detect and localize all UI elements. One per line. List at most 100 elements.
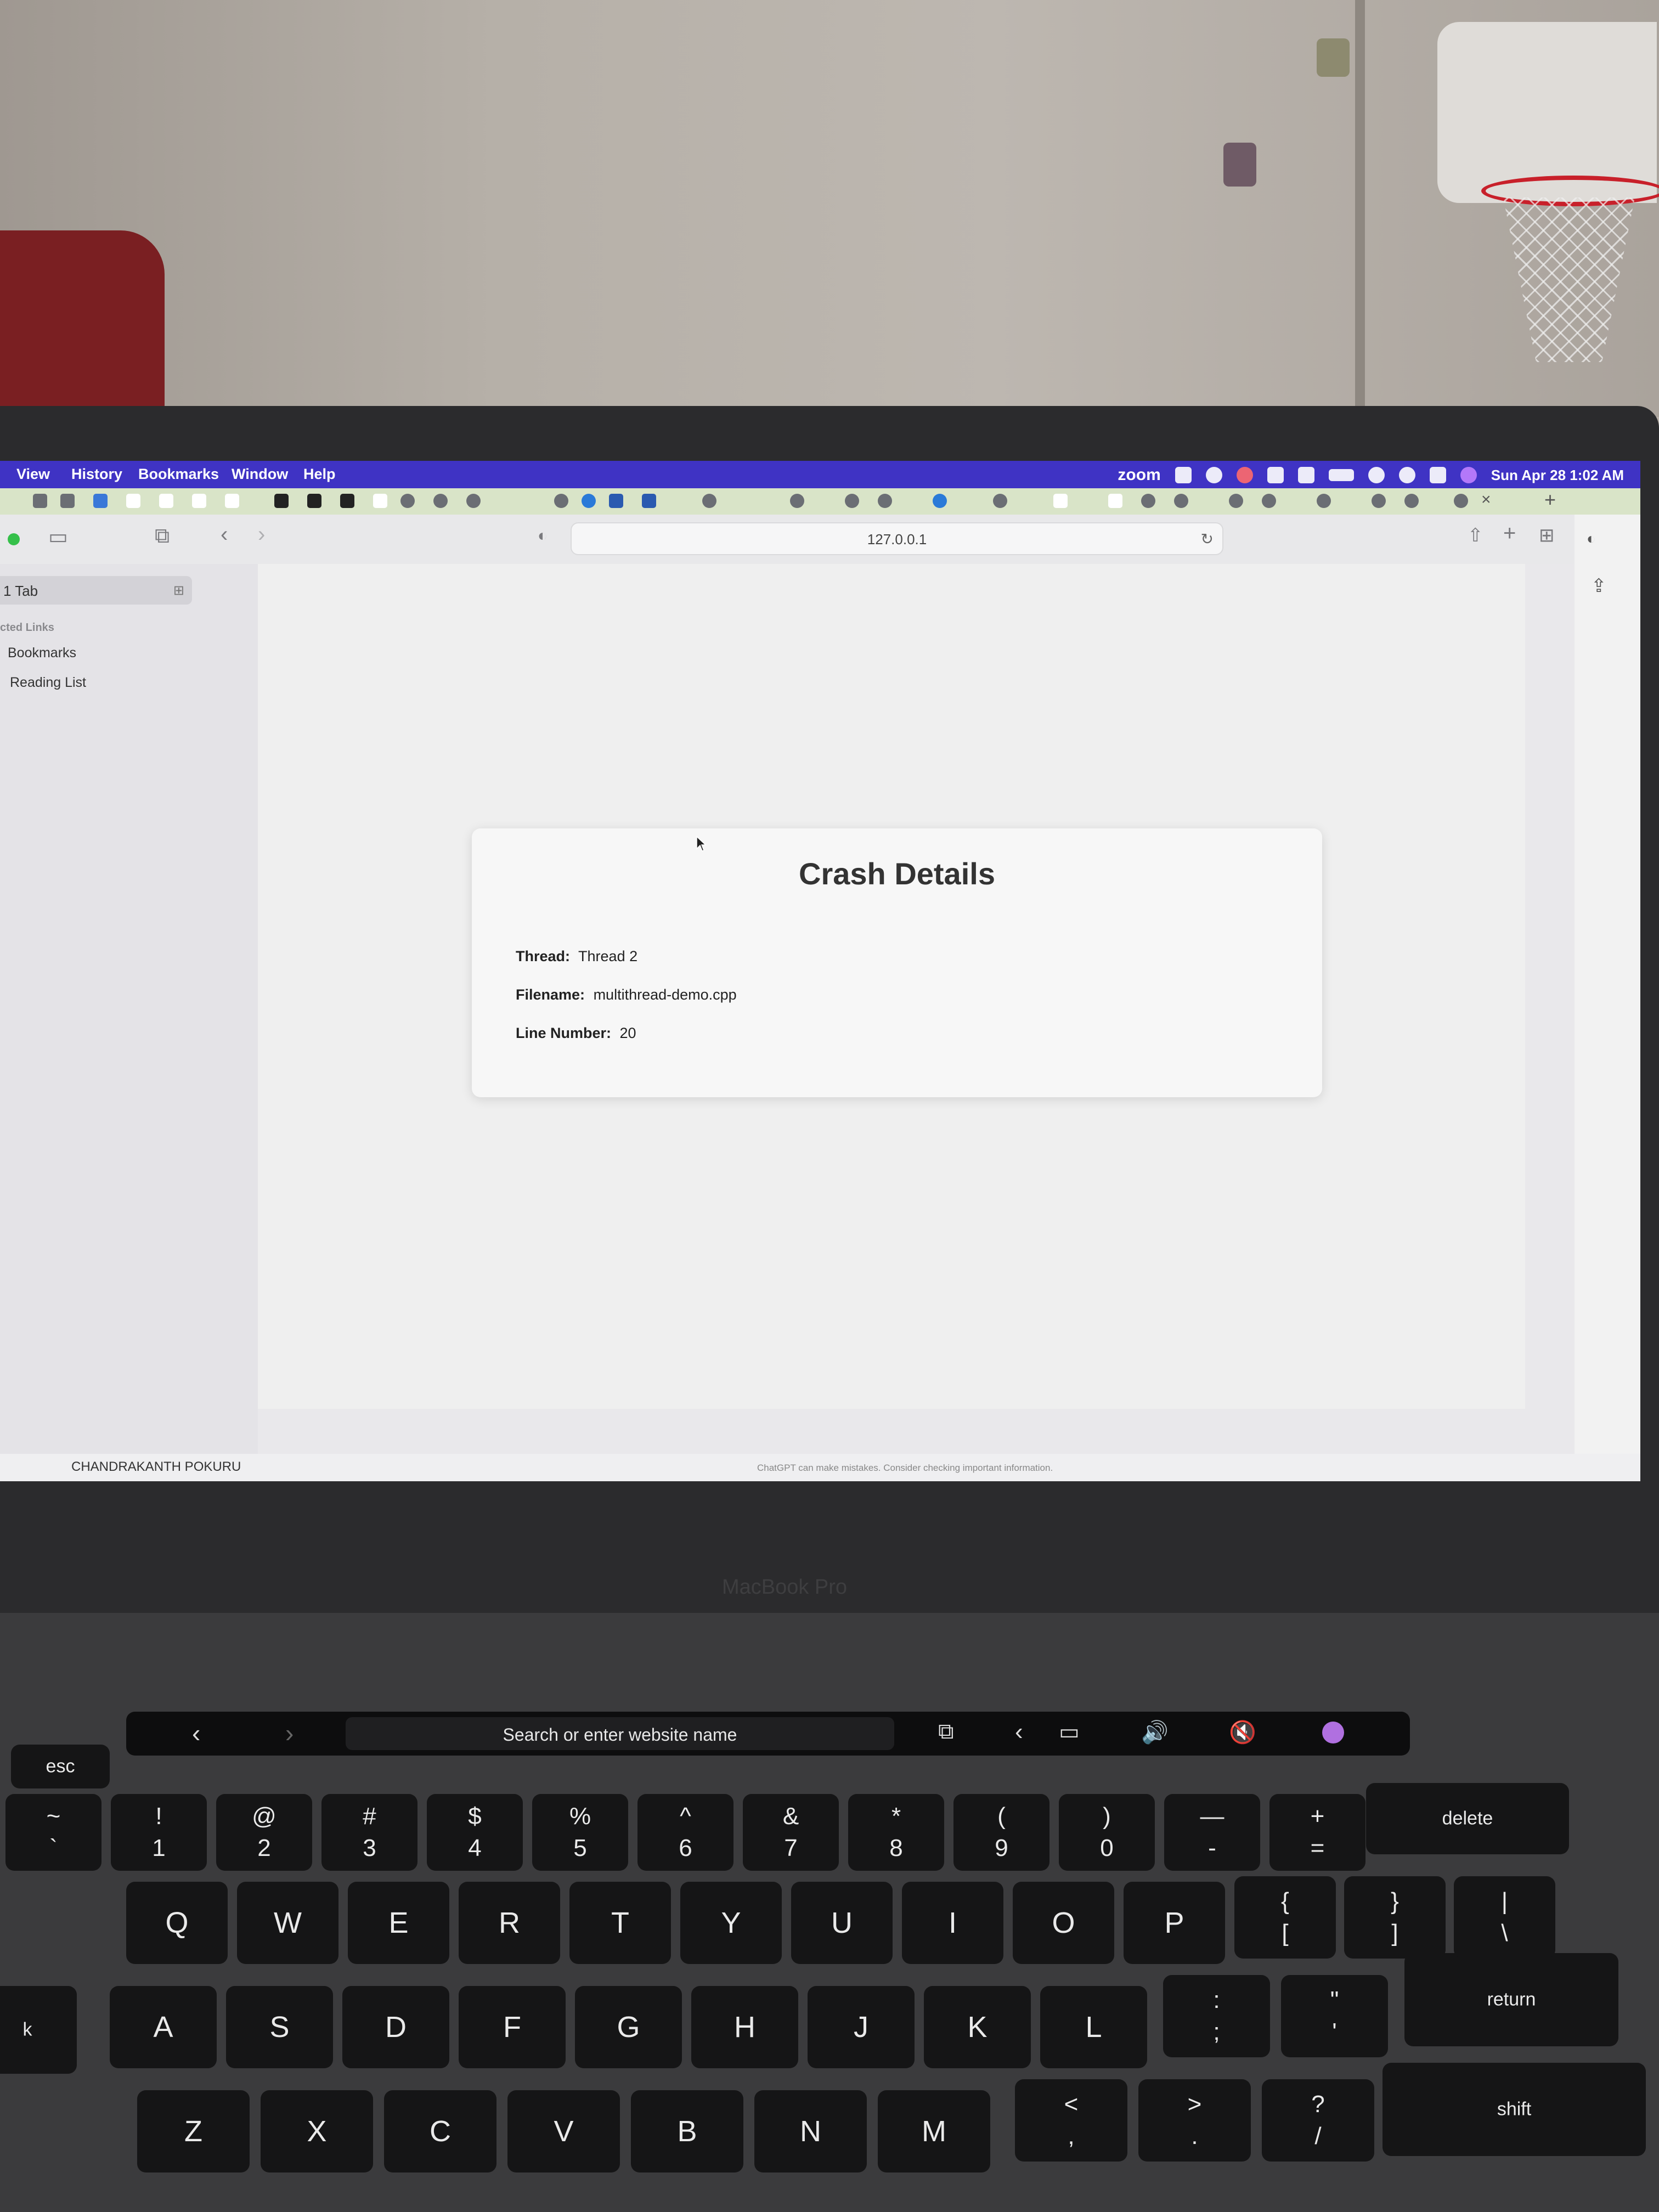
favorite-site-icon[interactable] (159, 494, 173, 508)
favorite-site-icon[interactable] (60, 494, 75, 508)
key-b[interactable]: B (631, 2090, 743, 2172)
favorite-site-icon[interactable] (274, 494, 289, 508)
zoom-status-item[interactable]: zoom (1118, 466, 1160, 484)
favorite-site-icon[interactable] (1372, 494, 1386, 508)
github-icon[interactable] (878, 494, 892, 508)
github-icon[interactable] (1229, 494, 1243, 508)
key-z[interactable]: Z (137, 2090, 250, 2172)
favorite-site-icon[interactable] (340, 494, 354, 508)
brightness-icon[interactable]: ▭ (1059, 1719, 1080, 1745)
menu-help[interactable]: Help (303, 466, 336, 483)
share-icon[interactable]: ⇧ (1468, 524, 1483, 546)
esc-key[interactable]: esc (11, 1745, 110, 1788)
key-7[interactable]: & 7 (743, 1794, 839, 1871)
key-h[interactable]: H (691, 1986, 798, 2068)
amazon-icon[interactable] (1108, 494, 1122, 508)
favorite-site-icon[interactable] (1317, 494, 1331, 508)
key-6[interactable]: ^ 6 (637, 1794, 733, 1871)
key-k[interactable]: K (924, 1986, 1031, 2068)
word-icon[interactable] (642, 494, 656, 508)
share-icon[interactable]: ⇪ (1591, 575, 1607, 597)
tab-overview-icon[interactable]: ⧉ (155, 524, 170, 548)
key-n[interactable]: N (754, 2090, 867, 2172)
favorite-site-icon[interactable] (433, 494, 448, 508)
reload-icon[interactable]: ↻ (1201, 530, 1214, 548)
chatgpt-icon[interactable] (1174, 494, 1188, 508)
key-p[interactable]: P (1124, 1882, 1225, 1964)
bluetooth-icon[interactable] (1297, 467, 1314, 483)
volume-icon[interactable]: 🔊 (1141, 1719, 1169, 1745)
key-g[interactable]: G (575, 1986, 682, 2068)
word-icon[interactable] (609, 494, 623, 508)
extension-icon[interactable]: ◐ (1587, 530, 1596, 548)
new-tab-button-icon[interactable]: + (1503, 521, 1516, 546)
address-bar[interactable]: 127.0.0.1 ↻ (571, 522, 1223, 555)
google-icon[interactable] (1141, 494, 1155, 508)
shift-key[interactable]: shift (1383, 2063, 1646, 2156)
tab-grid-icon[interactable]: ⊞ (173, 583, 184, 599)
tab-grid-icon[interactable]: ⊞ (1539, 524, 1555, 546)
key-j[interactable]: J (808, 1986, 915, 2068)
favorite-site-icon[interactable] (126, 494, 140, 508)
key-punct-2[interactable]: | \ (1454, 1876, 1555, 1959)
menu-view[interactable]: View (16, 466, 50, 483)
key-`[interactable]: ~ ` (5, 1794, 101, 1871)
github-icon[interactable] (466, 494, 481, 508)
key-i[interactable]: I (902, 1882, 1003, 1964)
key-l[interactable]: L (1040, 1986, 1147, 2068)
key-3[interactable]: # 3 (321, 1794, 417, 1871)
key-punct-6[interactable]: > . (1138, 2079, 1251, 2162)
google-icon[interactable] (1454, 494, 1468, 508)
chevron-left-icon[interactable]: ‹ (1015, 1718, 1023, 1746)
favorite-site-icon[interactable] (33, 494, 47, 508)
key--[interactable]: — - (1164, 1794, 1260, 1871)
github-icon[interactable] (845, 494, 859, 508)
key-u[interactable]: U (791, 1882, 893, 1964)
key-2[interactable]: @ 2 (216, 1794, 312, 1871)
siri-icon[interactable] (1322, 1722, 1344, 1743)
touchbar-search-field[interactable]: Search or enter website name (346, 1717, 894, 1750)
key-4[interactable]: $ 4 (427, 1794, 523, 1871)
key-5[interactable]: % 5 (532, 1794, 628, 1871)
github-icon[interactable] (702, 494, 716, 508)
caps-lock-key[interactable]: k (0, 1986, 77, 2074)
return-key[interactable]: return (1404, 1953, 1618, 2046)
battery-icon[interactable] (1328, 469, 1354, 481)
key-y[interactable]: Y (680, 1882, 782, 1964)
key-punct-0[interactable]: { [ (1234, 1876, 1336, 1959)
github-icon[interactable] (790, 494, 804, 508)
back-icon[interactable]: ‹ (221, 522, 228, 547)
favorite-site-icon[interactable] (1053, 494, 1068, 508)
key-punct-7[interactable]: ? / (1262, 2079, 1374, 2162)
key-e[interactable]: E (348, 1882, 449, 1964)
key-d[interactable]: D (342, 1986, 449, 2068)
favorite-site-icon[interactable] (225, 494, 239, 508)
onedrive-icon[interactable] (933, 494, 947, 508)
menu-window[interactable]: Window (232, 466, 288, 483)
key-c[interactable]: C (384, 2090, 496, 2172)
key-f[interactable]: F (459, 1986, 566, 2068)
menu-clock[interactable]: Sun Apr 28 1:02 AM (1491, 467, 1624, 484)
control-center-icon[interactable] (1429, 467, 1446, 483)
key-v[interactable]: V (507, 2090, 620, 2172)
key-8[interactable]: * 8 (848, 1794, 944, 1871)
key-w[interactable]: W (237, 1882, 338, 1964)
favorite-site-icon[interactable] (307, 494, 321, 508)
menu-bookmarks[interactable]: Bookmarks (138, 466, 219, 483)
key-t[interactable]: T (569, 1882, 671, 1964)
app-status-icon[interactable] (1267, 467, 1284, 483)
menu-history[interactable]: History (71, 466, 122, 483)
key-r[interactable]: R (459, 1882, 560, 1964)
favorite-site-icon[interactable] (192, 494, 206, 508)
forward-icon[interactable]: › (285, 1718, 294, 1748)
sidebar-toggle-icon[interactable]: ▭ (48, 524, 68, 549)
key-punct-4[interactable]: " ' (1281, 1975, 1388, 2057)
key-0[interactable]: ) 0 (1059, 1794, 1155, 1871)
back-icon[interactable]: ‹ (192, 1718, 200, 1748)
close-tab-icon[interactable]: × (1481, 490, 1491, 509)
github-icon[interactable] (993, 494, 1007, 508)
sidebar-item-reading-list[interactable]: Reading List (10, 675, 86, 691)
favorite-site-icon[interactable] (373, 494, 387, 508)
delete-key[interactable]: delete (1366, 1783, 1569, 1854)
key-q[interactable]: Q (126, 1882, 228, 1964)
